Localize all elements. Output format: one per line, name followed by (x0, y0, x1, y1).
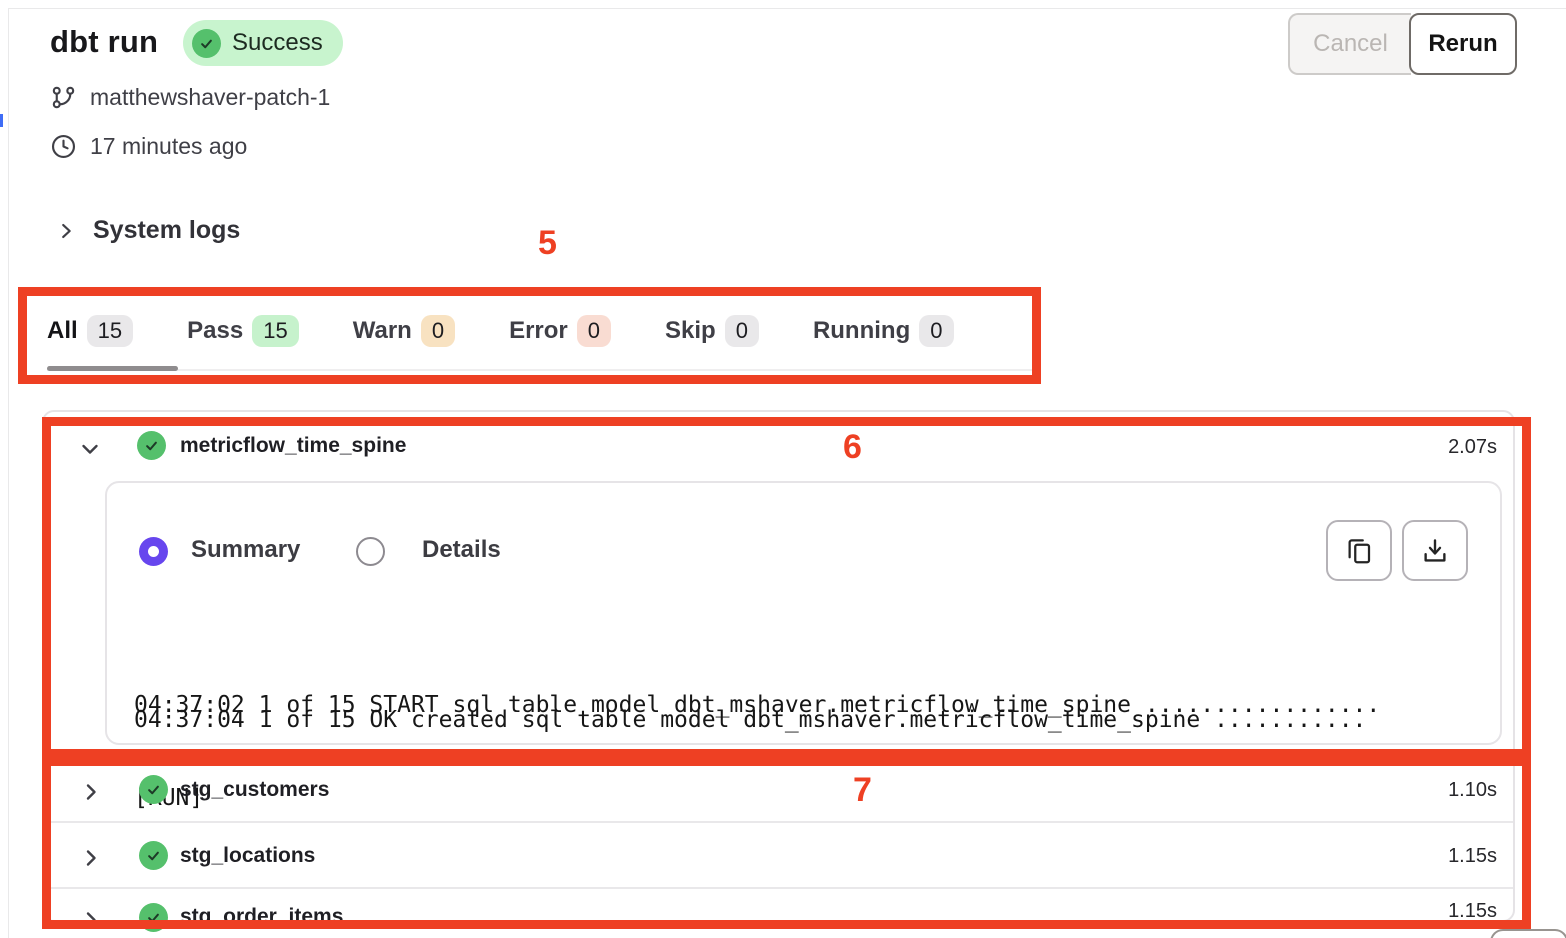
system-logs-toggle[interactable]: System logs (55, 216, 240, 245)
tab-warn-count: 0 (421, 315, 455, 347)
status-badge: Success (183, 20, 343, 66)
tab-all-label: All (47, 317, 78, 345)
model-duration: 1.15s (1448, 900, 1497, 923)
tab-pass-count: 15 (252, 315, 298, 347)
tab-error-count: 0 (577, 315, 611, 347)
run-actions: Cancel Rerun (1288, 13, 1517, 75)
model-duration: 1.10s (1448, 779, 1497, 802)
row-divider (44, 887, 1513, 889)
chevron-right-icon (55, 220, 77, 242)
run-results-list: metricflow_time_spine 2.07s Summary Deta… (42, 410, 1515, 922)
model-name[interactable]: stg_locations (180, 844, 315, 868)
tab-pass[interactable]: Pass 15 (187, 315, 299, 347)
summary-radio[interactable] (139, 537, 168, 566)
row-success-icon (137, 431, 166, 460)
log-line-ok: 04:37:04 1 of 15 OK created sql table mo… (134, 705, 1366, 736)
log-panel: Summary Details 04:37:02 1 of 15 START s… (105, 481, 1502, 745)
model-duration: 2.07s (1448, 436, 1497, 459)
bottom-partial-button[interactable] (1490, 929, 1566, 938)
annotation-number-5: 5 (538, 224, 557, 263)
tab-error-label: Error (509, 317, 568, 345)
chevron-right-icon[interactable] (79, 908, 103, 932)
branch-row: matthewshaver-patch-1 (50, 84, 330, 111)
row-success-icon (139, 841, 168, 870)
tab-running-count: 0 (919, 315, 953, 347)
download-logs-button[interactable] (1402, 520, 1468, 581)
tab-skip[interactable]: Skip 0 (665, 315, 759, 347)
clock-icon (50, 133, 77, 160)
tab-all-count: 15 (87, 315, 133, 347)
tab-running-label: Running (813, 317, 910, 345)
chevron-down-icon[interactable] (78, 437, 102, 461)
tab-pass-label: Pass (187, 317, 243, 345)
tabbar-divider (47, 369, 1032, 371)
tab-running[interactable]: Running 0 (813, 315, 954, 347)
run-detail-page: dbt run Success matthewshaver-patch-1 17… (0, 0, 1566, 938)
time-row: 17 minutes ago (50, 133, 247, 160)
chevron-right-icon[interactable] (79, 846, 103, 870)
status-filter-tabs: All 15 Pass 15 Warn 0 Error 0 Skip 0 Run… (47, 305, 954, 357)
tab-skip-count: 0 (725, 315, 759, 347)
details-radio-label[interactable]: Details (422, 536, 501, 564)
model-duration: 1.15s (1448, 845, 1497, 868)
window-left-border (8, 8, 9, 938)
success-check-icon (192, 29, 221, 58)
status-badge-label: Success (232, 29, 323, 57)
row-divider (44, 821, 1513, 823)
tab-warn[interactable]: Warn 0 (353, 315, 455, 347)
copy-logs-button[interactable] (1326, 520, 1392, 581)
row-success-icon (139, 775, 168, 804)
cancel-button[interactable]: Cancel (1288, 13, 1411, 75)
left-edge-blue-marker (0, 114, 3, 127)
active-tab-indicator (47, 366, 178, 371)
rerun-button[interactable]: Rerun (1409, 13, 1517, 75)
model-name[interactable]: stg_customers (180, 778, 329, 802)
summary-radio-label[interactable]: Summary (191, 536, 300, 564)
page-title: dbt run (50, 24, 158, 60)
time-ago: 17 minutes ago (90, 133, 247, 160)
window-top-border (8, 8, 1566, 9)
model-name[interactable]: metricflow_time_spine (180, 434, 406, 458)
tab-warn-label: Warn (353, 317, 412, 345)
download-icon (1420, 536, 1450, 566)
tab-error[interactable]: Error 0 (509, 315, 611, 347)
tab-skip-label: Skip (665, 317, 716, 345)
tab-all[interactable]: All 15 (47, 315, 133, 347)
git-branch-icon (50, 84, 77, 111)
details-radio[interactable] (356, 537, 385, 566)
log-line-start: 04:37:02 1 of 15 START sql table model d… (134, 628, 1380, 876)
copy-icon (1344, 536, 1374, 566)
row-success-icon (139, 903, 168, 932)
model-name[interactable]: stg_order_items (180, 905, 343, 929)
branch-name: matthewshaver-patch-1 (90, 84, 330, 111)
system-logs-label: System logs (93, 216, 240, 245)
chevron-right-icon[interactable] (79, 780, 103, 804)
